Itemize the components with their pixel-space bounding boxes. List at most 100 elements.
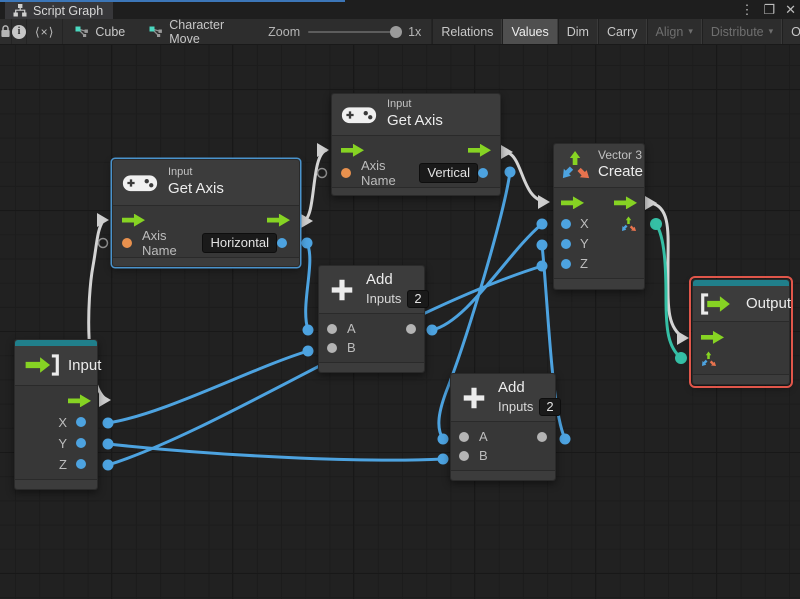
control-in-port[interactable]: [701, 330, 724, 344]
vector3-out-port[interactable]: [621, 216, 637, 232]
value-out-port[interactable]: [478, 167, 488, 178]
control-out-port[interactable]: [614, 196, 637, 210]
node-title: Output: [746, 295, 792, 313]
axis-name-port[interactable]: [122, 237, 132, 248]
port-a-label: A: [479, 429, 488, 444]
node-header[interactable]: Add Inputs 2: [319, 266, 429, 313]
window-menu-icon[interactable]: ⋮: [740, 0, 753, 19]
node-footer: [319, 362, 424, 372]
value-out-port[interactable]: [277, 237, 287, 248]
node-header[interactable]: Vector 3 Create: [554, 144, 644, 187]
port-y-label: Y: [580, 236, 589, 252]
control-out-port[interactable]: [267, 213, 290, 227]
node-subtitle: Vector 3: [598, 148, 643, 163]
input-b-port[interactable]: [327, 342, 337, 353]
y-in-port[interactable]: [561, 238, 571, 249]
node-header[interactable]: Add Inputs 2: [451, 374, 561, 421]
vector3-in-port[interactable]: [701, 351, 717, 367]
node-vector3-create[interactable]: Vector 3 Create X Y Z: [553, 143, 645, 290]
toggle-values[interactable]: Values: [502, 19, 558, 44]
node-footer: [693, 374, 789, 384]
control-in-port[interactable]: [122, 213, 145, 227]
graph-hierarchy-icon: [13, 4, 27, 17]
axis-name-label: Axis Name: [142, 227, 177, 258]
node-header[interactable]: Input Get Axis: [113, 160, 299, 206]
toggle-carry[interactable]: Carry: [597, 19, 647, 44]
view-toggle-group: Relations Values Dim Carry Align ▾ Distr…: [432, 19, 800, 44]
gamepad-icon: [341, 106, 377, 123]
node-title: Get Axis: [387, 112, 443, 130]
sum-out-port[interactable]: [406, 323, 416, 334]
node-header[interactable]: Input Get Axis: [332, 94, 500, 136]
toggle-dim[interactable]: Dim: [557, 19, 598, 44]
x-out-port[interactable]: [76, 417, 86, 428]
node-graph-input[interactable]: Input X Y Z: [14, 339, 101, 490]
inputs-label: Inputs: [366, 290, 402, 306]
node-getaxis-vertical[interactable]: Input Get Axis Axis Name Vertical: [331, 93, 501, 196]
breadcrumb-character-move[interactable]: Character Move: [137, 18, 236, 46]
zoom-slider[interactable]: [308, 25, 403, 38]
window-maximize-icon[interactable]: ❐: [763, 0, 775, 19]
axis-name-value-field[interactable]: Horizontal: [202, 232, 277, 253]
control-in-port[interactable]: [561, 196, 584, 210]
y-out-port[interactable]: [76, 438, 86, 449]
node-getaxis-horizontal[interactable]: Input Get Axis Axis Name Horizontal: [112, 159, 300, 267]
caret-down-icon: ▾: [688, 26, 693, 36]
node-title: Get Axis: [168, 180, 224, 198]
port-x-label: X: [58, 414, 67, 430]
axis-name-port[interactable]: [341, 167, 351, 178]
edit-source-button[interactable]: ⟨×⟩: [27, 19, 64, 44]
zoom-label: Zoom: [268, 24, 301, 39]
vector3-icon: [562, 151, 590, 179]
input-a-port[interactable]: [327, 323, 337, 334]
node-footer: [332, 187, 500, 195]
caret-down-icon: ▾: [768, 26, 774, 36]
z-out-port[interactable]: [76, 459, 86, 470]
lock-button[interactable]: [0, 19, 12, 44]
input-b-port[interactable]: [459, 450, 469, 461]
node-graph-output[interactable]: Output: [689, 276, 793, 388]
node-header[interactable]: Output: [693, 285, 792, 322]
input-unit-icon: [25, 354, 59, 376]
node-footer: [15, 479, 97, 489]
toggle-relations[interactable]: Relations: [432, 19, 503, 44]
output-unit-icon: [701, 292, 730, 315]
tab-title: Script Graph: [33, 3, 104, 18]
zoom-slider-handle[interactable]: [390, 25, 403, 38]
z-in-port[interactable]: [561, 258, 571, 269]
node-add-1[interactable]: Add Inputs 2 A B: [318, 265, 429, 373]
zoom-control: Zoom 1x: [250, 19, 433, 44]
info-button[interactable]: i: [12, 19, 27, 44]
node-footer: [554, 278, 644, 289]
tab-script-graph[interactable]: Script Graph: [5, 2, 113, 19]
control-in-port[interactable]: [341, 143, 364, 157]
inputs-count-field[interactable]: 2: [407, 289, 429, 308]
window-close-icon[interactable]: ✕: [785, 0, 796, 19]
control-out-port[interactable]: [68, 394, 91, 408]
menu-distribute[interactable]: Distribute ▾: [701, 19, 783, 44]
node-footer: [113, 257, 299, 266]
code-icon: ⟨×⟩: [35, 24, 55, 39]
toggle-overview[interactable]: Overview: [782, 19, 800, 44]
control-out-port[interactable]: [468, 143, 491, 157]
port-z-label: Z: [59, 456, 67, 472]
input-a-port[interactable]: [459, 431, 469, 442]
menu-align[interactable]: Align ▾: [646, 19, 702, 44]
node-add-2[interactable]: Add Inputs 2 A B: [450, 373, 561, 481]
port-b-label: B: [347, 340, 356, 355]
breadcrumb-cube[interactable]: Cube: [63, 19, 137, 44]
port-x-label: X: [580, 216, 589, 232]
script-graph-window: Script Graph ⋮ ❐ ✕ i ⟨×⟩ Cube Character …: [0, 0, 800, 599]
inputs-label: Inputs: [498, 398, 534, 414]
gamepad-icon: [122, 174, 158, 191]
x-in-port[interactable]: [561, 218, 571, 229]
port-a-label: A: [347, 321, 356, 336]
axis-name-value-field[interactable]: Vertical: [419, 162, 478, 183]
plus-icon: [331, 279, 353, 300]
sum-out-port[interactable]: [537, 431, 547, 442]
tab-strip: Script Graph ⋮ ❐ ✕: [0, 0, 800, 19]
info-icon: i: [12, 24, 26, 39]
inputs-count-field[interactable]: 2: [539, 397, 561, 416]
graph-node-icon: [149, 26, 163, 37]
node-header[interactable]: Input: [15, 345, 101, 385]
